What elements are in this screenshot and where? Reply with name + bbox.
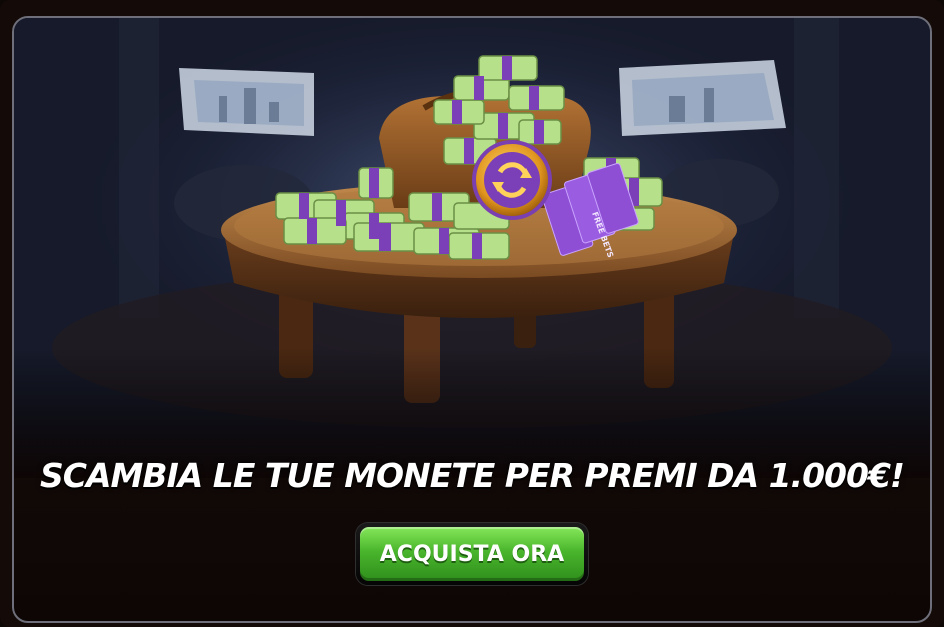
wall-painting-left — [179, 68, 314, 136]
promo-card[interactable]: FREE BETS SCAMBIA LE TUE MONETE PER PREM… — [12, 16, 932, 623]
promo-headline: SCAMBIA LE TUE MONETE PER PREMI DA 1.000… — [39, 456, 905, 495]
buy-now-button[interactable]: ACQUISTA ORA — [360, 527, 584, 581]
promo-illustration: FREE BETS — [14, 18, 930, 478]
exchange-coin-icon — [472, 140, 552, 220]
buy-now-button-frame[interactable]: ACQUISTA ORA — [356, 523, 588, 585]
wall-painting-right — [619, 60, 786, 136]
promo-frame: FREE BETS SCAMBIA LE TUE MONETE PER PREM… — [0, 0, 944, 627]
